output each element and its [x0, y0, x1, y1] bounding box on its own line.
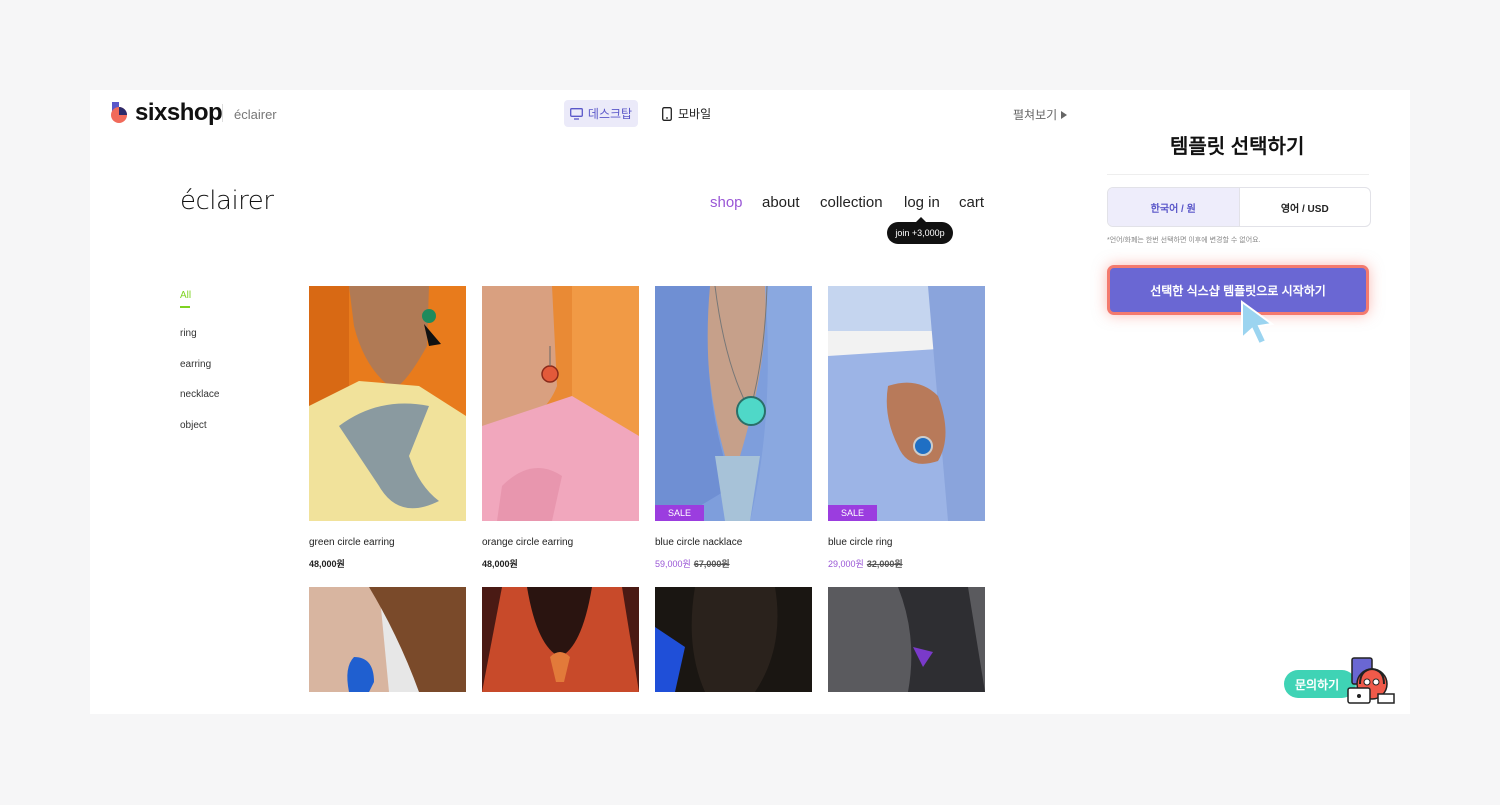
- product-card[interactable]: SALE blue circle nacklace 59,000원 67,000원: [655, 286, 812, 570]
- product-card[interactable]: orange circle earring 48,000원: [482, 286, 639, 570]
- support-mascot-icon[interactable]: [1342, 656, 1398, 706]
- sale-price: 59,000원: [655, 559, 691, 569]
- product-image[interactable]: [309, 587, 466, 692]
- template-preview: éclairer shop about collection log in ca…: [90, 136, 1050, 714]
- option-korean-won[interactable]: 한국어 / 원: [1108, 188, 1240, 226]
- shop-logo[interactable]: éclairer: [180, 186, 274, 216]
- model-ear-photo: [309, 587, 466, 692]
- model-dark-photo: [655, 587, 812, 692]
- nav-collection[interactable]: collection: [820, 194, 883, 211]
- nav-cart[interactable]: cart: [959, 194, 984, 211]
- expand-button[interactable]: 펼쳐보기: [1013, 106, 1068, 123]
- nav-shop[interactable]: shop: [710, 194, 743, 211]
- sixshop-logo-icon: [111, 102, 127, 123]
- original-price: 32,000원: [866, 559, 903, 569]
- panel-title: 템플릿 선택하기: [1170, 136, 1305, 158]
- model-pink-photo: [482, 286, 639, 521]
- mobile-view-button[interactable]: 모바일: [662, 100, 711, 127]
- product-name[interactable]: green circle earring: [309, 537, 466, 548]
- store-name: éclairer: [234, 107, 277, 122]
- product-image[interactable]: SALE: [655, 286, 812, 521]
- pointer-cursor-icon: [1241, 300, 1275, 346]
- product-name[interactable]: blue circle nacklace: [655, 537, 812, 548]
- product-price: 59,000원 67,000원: [655, 557, 812, 570]
- phone-icon: [662, 106, 672, 121]
- category-ring[interactable]: ring: [180, 328, 197, 339]
- product-image[interactable]: SALE: [828, 286, 985, 521]
- monitor-icon: [569, 107, 583, 120]
- mobile-view-label: 모바일: [678, 107, 712, 121]
- category-necklace[interactable]: necklace: [180, 389, 219, 400]
- desktop-view-button[interactable]: 데스크탑: [564, 100, 638, 127]
- option-english-usd[interactable]: 영어 / USD: [1240, 188, 1371, 226]
- sale-price: 29,000원: [828, 559, 864, 569]
- nav-about[interactable]: about: [762, 194, 800, 211]
- model-red-photo: [482, 587, 639, 692]
- sale-badge: SALE: [655, 505, 704, 521]
- divider: [1107, 174, 1369, 175]
- product-name[interactable]: orange circle earring: [482, 537, 639, 548]
- product-image[interactable]: [482, 587, 639, 692]
- sale-badge: SALE: [828, 505, 877, 521]
- model-gray-photo: [828, 587, 985, 692]
- nav-login[interactable]: log in: [904, 194, 940, 211]
- language-note: *언어/화폐는 한번 선택하면 이후에 변경할 수 없어요.: [1107, 237, 1261, 244]
- product-card[interactable]: green circle earring 48,000원: [309, 286, 466, 570]
- model-scarf-photo: [309, 286, 466, 521]
- product-image[interactable]: [828, 587, 985, 692]
- product-card[interactable]: SALE blue circle ring 29,000원 32,000원: [828, 286, 985, 570]
- product-image[interactable]: [655, 587, 812, 692]
- brand-logo[interactable]: sixshop: [135, 99, 223, 127]
- product-image[interactable]: [482, 286, 639, 521]
- model-necklace-photo: [655, 286, 812, 521]
- divider: [222, 104, 223, 122]
- product-price: 29,000원 32,000원: [828, 557, 985, 570]
- product-price: 48,000원: [309, 559, 345, 569]
- desktop-view-label: 데스크탑: [587, 107, 633, 121]
- original-price: 67,000원: [693, 559, 730, 569]
- expand-label: 펼쳐보기: [1013, 108, 1058, 122]
- category-all[interactable]: All: [180, 290, 191, 301]
- category-object[interactable]: object: [180, 420, 207, 431]
- browser-frame: sixshop éclairer 데스크탑 모바일 펼쳐보기 éclairer …: [90, 90, 1410, 714]
- category-active-underline: [180, 306, 190, 308]
- product-price: 48,000원: [482, 559, 518, 569]
- category-earring[interactable]: earring: [180, 359, 211, 370]
- product-name[interactable]: blue circle ring: [828, 537, 985, 548]
- join-tooltip: join +3,000p: [887, 217, 953, 244]
- language-currency-selector: 한국어 / 원 영어 / USD: [1107, 187, 1371, 227]
- play-arrow-icon: [1061, 110, 1068, 119]
- model-ring-photo: [828, 286, 985, 521]
- product-image[interactable]: [309, 286, 466, 521]
